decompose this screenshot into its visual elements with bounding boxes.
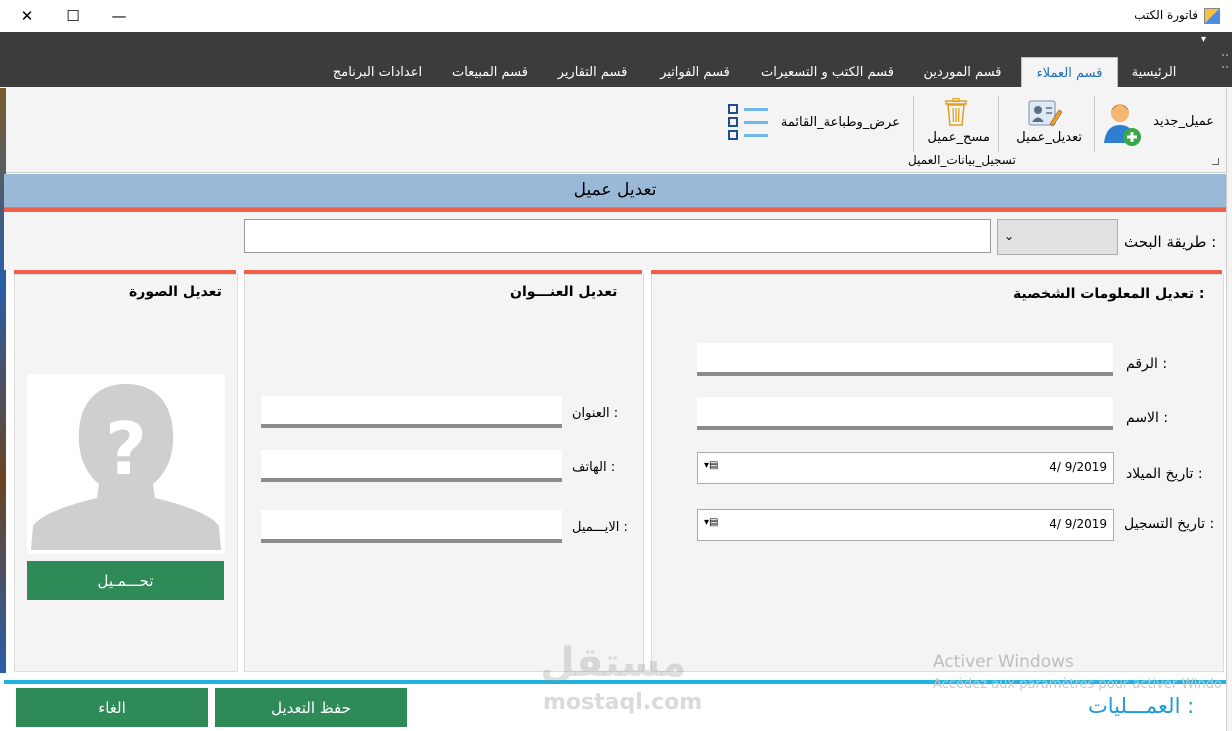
- dialog-launcher-icon[interactable]: [1212, 158, 1219, 165]
- birth-date-picker[interactable]: 4/ 9/2019 ▾▤: [697, 452, 1114, 484]
- chevron-down-icon: ⌄: [1004, 229, 1015, 243]
- maximize-icon: ☐: [66, 7, 80, 25]
- search-input[interactable]: [244, 219, 991, 253]
- new-client-label: عميل_جديد: [1153, 114, 1214, 129]
- grip-icon: [1222, 54, 1228, 68]
- ribbon-separator: [998, 96, 999, 152]
- save-changes-button[interactable]: حفظ التعديل: [215, 688, 407, 727]
- birth-date-label: تاريخ الميلاد :: [1126, 466, 1203, 482]
- upload-photo-button[interactable]: تحـــمـيل: [27, 561, 224, 600]
- window-title: فاتورة الكتب: [1134, 8, 1198, 22]
- phone-label: الهاتف :: [572, 460, 616, 475]
- list-icon: [728, 104, 768, 140]
- unknown-person-icon: ?: [31, 384, 221, 550]
- right-edge: [1226, 88, 1232, 731]
- personal-info-title: تعديل المعلومات الشخصية :: [1013, 286, 1205, 302]
- form-header: تعديل عميل: [4, 174, 1226, 208]
- avatar: ?: [27, 374, 225, 554]
- ribbon-separator: [913, 96, 914, 152]
- brand-watermark-ar: مستقل: [540, 640, 687, 686]
- birth-date-value: 4/ 9/2019: [1049, 460, 1107, 474]
- tab-home[interactable]: الرئيسية: [1118, 57, 1190, 87]
- brand-watermark-en: mostaql.com: [543, 690, 703, 715]
- ribbon-separator: [1094, 96, 1095, 152]
- app-icon: [1204, 8, 1220, 24]
- maximize-button[interactable]: ☐: [50, 0, 96, 32]
- registration-date-value: 4/ 9/2019: [1049, 517, 1107, 531]
- close-button[interactable]: ✕: [4, 0, 50, 32]
- address-field[interactable]: [261, 396, 562, 428]
- minimize-icon: —: [111, 7, 127, 25]
- ribbon-group-label: تسجيل_بيانات_العميل: [908, 153, 1016, 167]
- tab-invoices[interactable]: قسم الفواتير: [645, 57, 745, 87]
- name-field[interactable]: [697, 397, 1113, 430]
- tab-reports[interactable]: قسم التقارير: [545, 57, 640, 87]
- calendar-dropdown-icon[interactable]: ▾▤: [704, 460, 718, 471]
- delete-client-button[interactable]: مسح_عميل: [918, 96, 994, 152]
- cancel-button[interactable]: الغاء: [16, 688, 208, 727]
- close-icon: ✕: [20, 7, 34, 25]
- registration-date-label: تاريخ التسجيل :: [1124, 516, 1215, 532]
- tab-books-pricing[interactable]: قسم الكتب و التسعيرات: [750, 57, 905, 87]
- number-label: الرقم :: [1126, 356, 1168, 372]
- registration-date-picker[interactable]: 4/ 9/2019 ▾▤: [697, 509, 1114, 541]
- view-print-list-label: عرض_وطباعة_القائمة: [780, 115, 900, 130]
- quick-access-menu-icon[interactable]: ▾: [1201, 34, 1206, 45]
- new-client-button[interactable]: عميل_جديد: [1100, 97, 1220, 151]
- phone-field[interactable]: [261, 450, 562, 482]
- tab-clients[interactable]: قسم العملاء: [1021, 57, 1118, 88]
- number-field[interactable]: [697, 343, 1113, 376]
- email-label: الايـــميل :: [572, 520, 628, 535]
- form-title: تعديل عميل: [573, 180, 657, 200]
- search-method-label: طريقة البحث :: [1124, 233, 1217, 251]
- search-method-dropdown[interactable]: ⌄: [997, 219, 1118, 255]
- svg-text:?: ?: [105, 407, 147, 491]
- user-add-icon: [1104, 104, 1141, 146]
- edit-client-label: تعديل_عميل: [1016, 130, 1082, 145]
- tab-settings[interactable]: اعدادات البرنامج: [320, 57, 435, 87]
- name-label: الاسم :: [1126, 410, 1169, 426]
- activate-windows-title: Activer Windows: [933, 652, 1074, 672]
- address-title: تعديل العنـــوان: [510, 284, 618, 300]
- activate-windows-subtitle: Accédez aux paramètres pour activer Wind…: [933, 677, 1222, 692]
- edit-client-button[interactable]: تعديل_عميل: [1002, 96, 1090, 152]
- operations-label: العمـــليات :: [1088, 694, 1195, 718]
- photo-title: تعديل الصورة: [129, 284, 222, 300]
- user-edit-icon: [1028, 100, 1062, 127]
- view-print-list-button[interactable]: عرض_وطباعة_القائمة: [724, 100, 908, 144]
- calendar-dropdown-icon[interactable]: ▾▤: [704, 517, 718, 528]
- title-bar: ✕ ☐ — فاتورة الكتب: [0, 0, 1232, 32]
- email-field[interactable]: [261, 510, 562, 543]
- minimize-button[interactable]: —: [96, 0, 142, 32]
- tab-sales[interactable]: قسم المبيعات: [440, 57, 540, 87]
- address-label: العنوان :: [572, 406, 619, 421]
- tab-suppliers[interactable]: قسم الموردين: [910, 57, 1015, 87]
- trash-icon: [945, 98, 967, 126]
- delete-client-label: مسح_عميل: [927, 130, 991, 145]
